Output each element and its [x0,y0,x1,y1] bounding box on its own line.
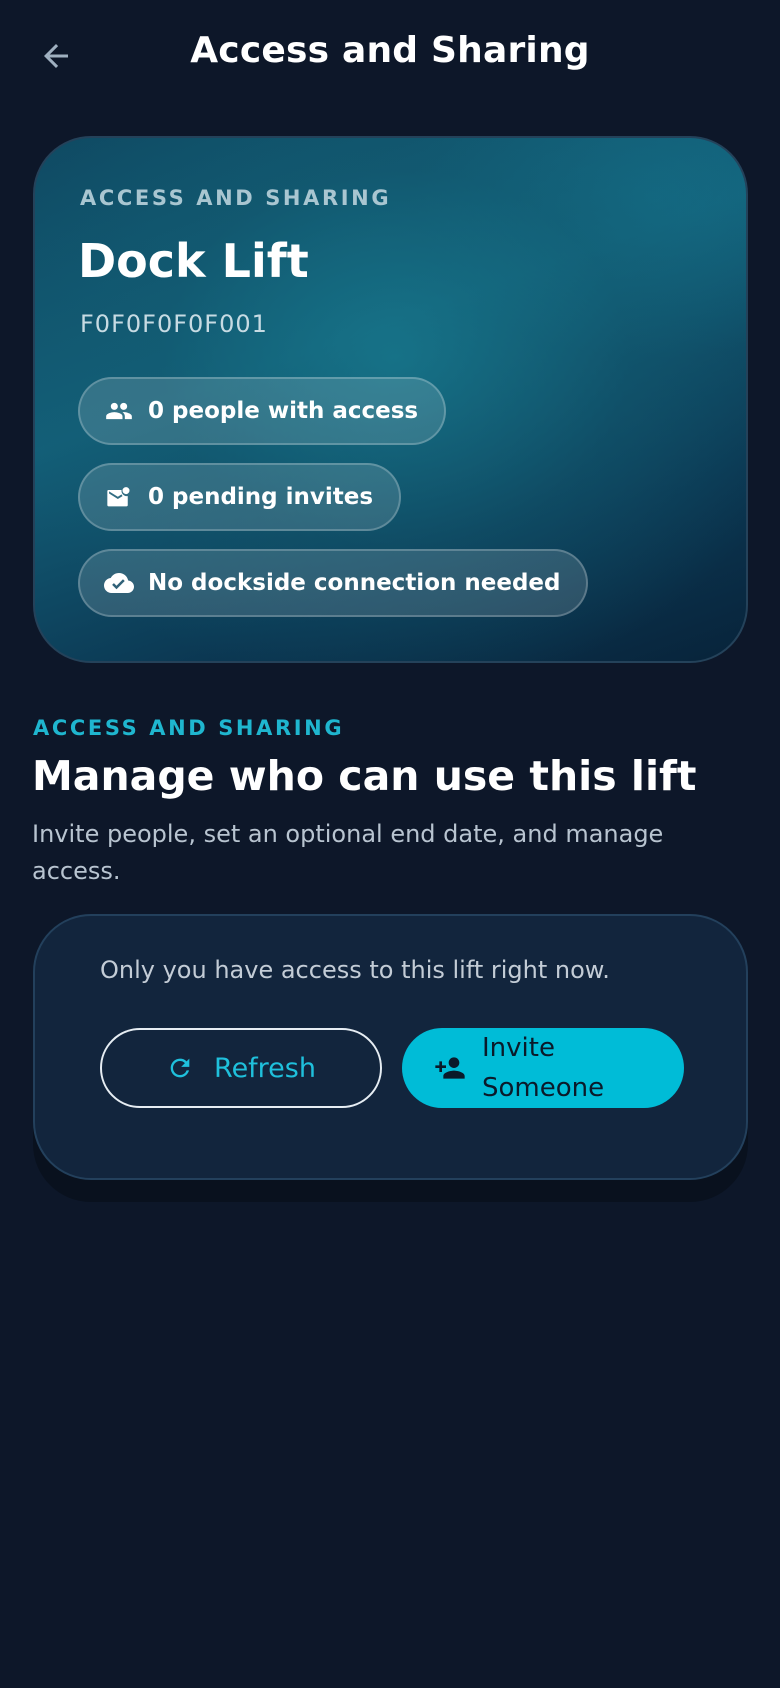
refresh-label: Refresh [214,1052,316,1084]
people-count-label: 0 people with access [148,398,419,424]
people-icon [104,396,134,426]
people-count-chip: 0 people with access [78,377,447,445]
page-title: Access and Sharing [190,30,590,71]
section-eyebrow: ACCESS AND SHARING [33,716,345,740]
device-name: Dock Lift [78,234,309,288]
pending-invites-chip: 0 pending invites [78,463,402,531]
person-add-icon [434,1052,466,1084]
pending-invites-label: 0 pending invites [148,484,374,510]
refresh-button[interactable]: Refresh [100,1028,382,1108]
connection-chip: No dockside connection needed [78,549,589,617]
invite-someone-button[interactable]: Invite Someone [402,1028,684,1108]
access-card: Only you have access to this lift right … [33,914,748,1180]
mail-icon [104,482,134,512]
section-description: Invite people, set an optional end date,… [32,820,664,885]
cloud-done-icon [104,568,134,598]
access-status-message: Only you have access to this lift right … [100,956,610,984]
invite-label: Invite Someone [482,1033,605,1103]
device-summary-card: ACCESS AND SHARING Dock Lift F0F0F0F0F00… [33,136,748,663]
app-header: Access and Sharing [0,0,780,112]
hero-eyebrow: ACCESS AND SHARING [80,186,392,210]
connection-label: No dockside connection needed [148,570,561,596]
refresh-icon [166,1054,194,1082]
section-title: Manage who can use this lift [32,752,697,800]
device-serial: F0F0F0F0F001 [80,310,268,338]
